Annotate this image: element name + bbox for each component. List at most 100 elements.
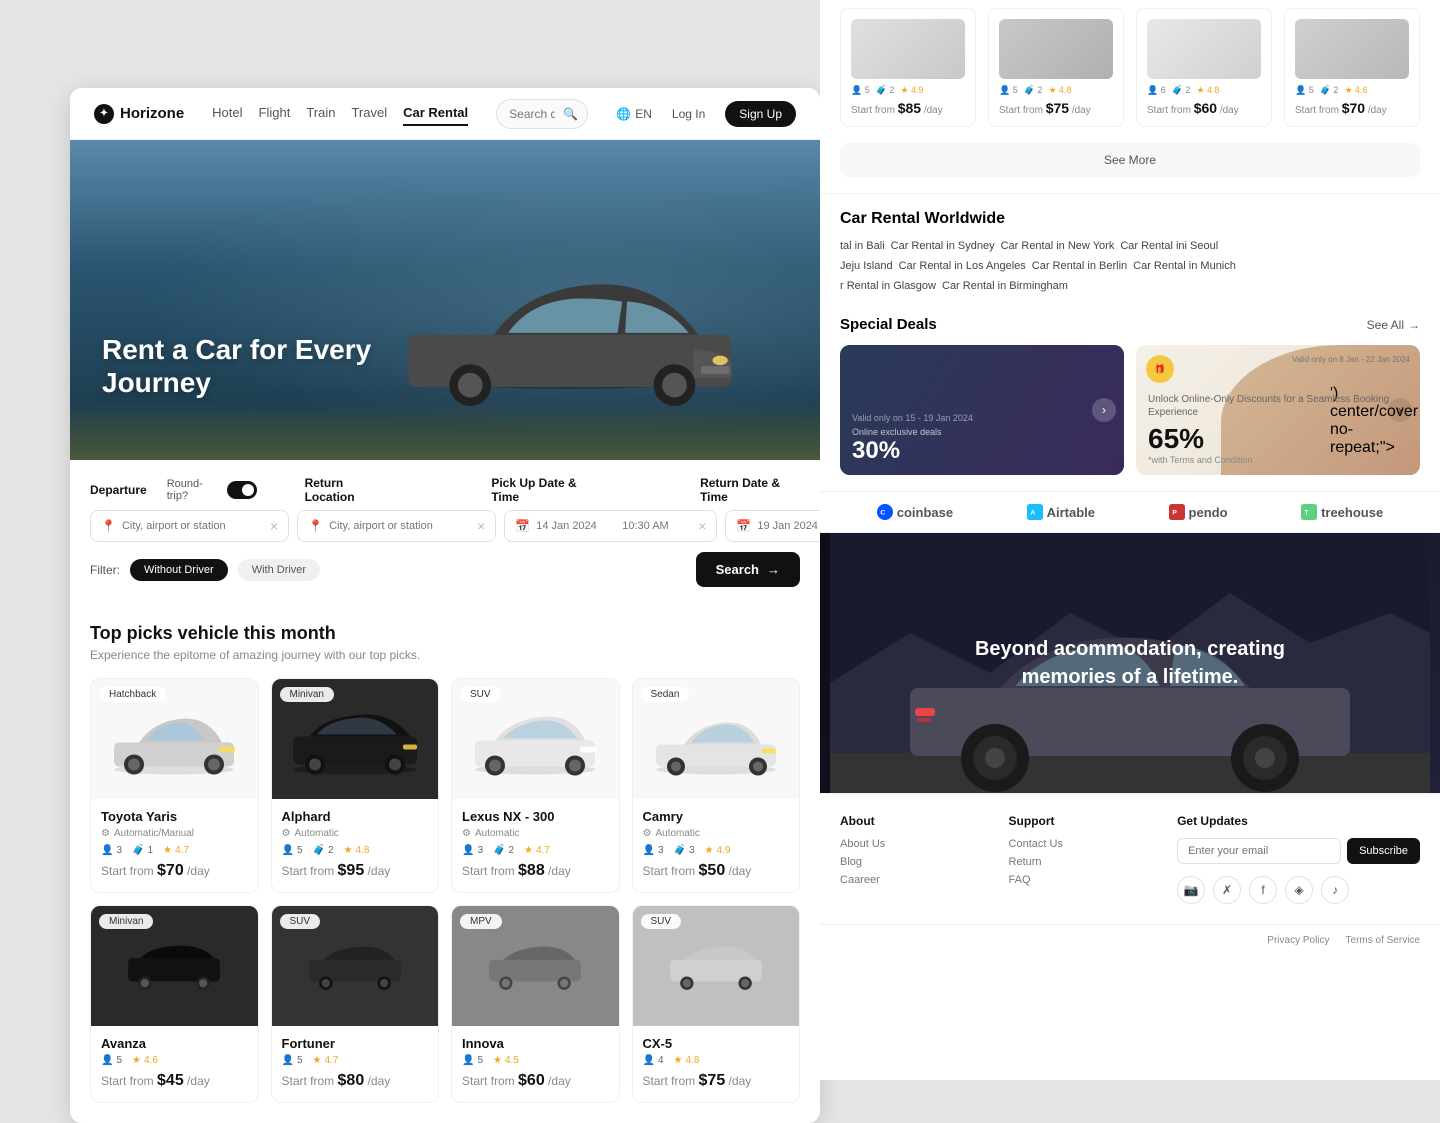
top-car-card[interactable]: 👤 6🧳 2 ★ 4.8 Start from $60 /day [1136, 8, 1272, 127]
footer-support-col: Support Contact Us Return FAQ [1009, 814, 1158, 904]
location-tag[interactable]: Car Rental in Berlin [1032, 260, 1127, 272]
pickup-clear[interactable]: × [698, 518, 706, 534]
vehicle-card[interactable]: SUV Fortuner 👤 5 ★ 4.7 Start from $80 /d… [271, 905, 440, 1103]
pickup-time-input[interactable] [622, 520, 692, 532]
vehicle-price: Start from $60 /day [462, 1072, 609, 1090]
top-car-card[interactable]: 👤 5🧳 2 ★ 4.6 Start from $70 /day [1284, 8, 1420, 127]
hero-banner: Rent a Car for Every Journey [70, 140, 820, 460]
return-date-input[interactable] [757, 520, 820, 532]
return-location-field[interactable]: 📍 × [297, 510, 496, 542]
round-trip-toggle[interactable]: Round-trip? [167, 478, 257, 502]
footer-blog[interactable]: Blog [840, 856, 989, 868]
deal-next-icon[interactable]: › [1092, 398, 1116, 422]
location-tag[interactable]: Car Rental in New York [1001, 240, 1115, 252]
rating-spec: ★ 4.6 [132, 1055, 158, 1066]
subscribe-button[interactable]: Subscribe [1347, 838, 1420, 864]
departure-field[interactable]: 📍 × [90, 510, 289, 542]
top-car-specs: 👤 6🧳 2 ★ 4.8 [1147, 85, 1261, 96]
departure-input[interactable] [122, 520, 264, 532]
language-button[interactable]: 🌐 EN [616, 107, 652, 121]
vehicle-type-badge: Hatchback [99, 687, 166, 702]
discord-icon[interactable]: ◈ [1285, 876, 1313, 904]
deal-card-dark[interactable]: Valid only on 15 - 19 Jan 2024 Online ex… [840, 345, 1124, 475]
location-tag[interactable]: Car Rental ini Seoul [1120, 240, 1218, 252]
return-location-input[interactable] [329, 520, 471, 532]
vehicle-card[interactable]: SUV CX-5 👤 4 ★ 4.8 Start from $75 /day [632, 905, 801, 1103]
luxury-banner: Beyond acommodation, creating memories o… [820, 533, 1440, 793]
navbar-right: 🌐 EN Log In Sign Up [616, 101, 796, 127]
without-driver-btn[interactable]: Without Driver [130, 559, 228, 581]
top-car-card[interactable]: 👤 5🧳 2 ★ 4.8 Start from $75 /day [988, 8, 1124, 127]
location-tag[interactable]: tal in Bali [840, 240, 885, 252]
vehicle-card[interactable]: MPV Innova 👤 5 ★ 4.5 Start from $60 /day [451, 905, 620, 1103]
search-button[interactable]: Search → [696, 552, 800, 587]
vehicle-card[interactable]: Hatchback Toyota Yaris ⚙ [90, 678, 259, 893]
see-all-button[interactable]: See All → [1367, 318, 1420, 332]
nav-car-rental[interactable]: Car Rental [403, 101, 468, 126]
footer-return[interactable]: Return [1009, 856, 1158, 868]
vehicle-card-img: Minivan [272, 679, 439, 799]
worldwide-section: Car Rental Worldwide tal in Bali Car Ren… [820, 193, 1440, 316]
brand: ✦ Horizone [94, 104, 184, 124]
nav-train[interactable]: Train [306, 101, 335, 126]
vehicle-name: Innova [462, 1036, 609, 1051]
location-tag[interactable]: Car Rental in Sydney [891, 240, 995, 252]
vehicle-card[interactable]: SUV Lexus NX - 300 ⚙ Aut [451, 678, 620, 893]
section-title: Top picks vehicle this month [90, 623, 800, 644]
email-input[interactable] [1177, 838, 1341, 864]
footer-career[interactable]: Caareer [840, 874, 989, 886]
deal-percent: 65% [1148, 423, 1408, 455]
deal-card-discount[interactable]: ') center/cover no-repeat;"> 🎁 Valid onl… [1136, 345, 1420, 475]
seats-spec: 👤 5 [282, 845, 303, 856]
location-tag[interactable]: r Rental in Glasgow [840, 280, 936, 292]
section-subtitle: Experience the epitome of amazing journe… [90, 648, 800, 662]
vehicle-type-badge: SUV [280, 914, 321, 929]
footer-about-us[interactable]: About Us [840, 838, 989, 850]
vehicle-grid: Hatchback Toyota Yaris ⚙ [90, 678, 800, 893]
vehicle-card-img: Hatchback [91, 679, 258, 799]
nav-hotel[interactable]: Hotel [212, 101, 242, 126]
footer-contact[interactable]: Contact Us [1009, 838, 1158, 850]
facebook-icon[interactable]: f [1249, 876, 1277, 904]
language-label: EN [635, 107, 652, 121]
login-button[interactable]: Log In [662, 102, 715, 126]
twitter-icon[interactable]: ✗ [1213, 876, 1241, 904]
car-suv [465, 702, 605, 777]
toggle-switch[interactable] [227, 481, 257, 499]
vehicle-specs: 👤 3 🧳 1 ★ 4.7 [101, 845, 248, 856]
footer-about-title: About [840, 814, 989, 828]
instagram-icon[interactable]: 📷 [1177, 876, 1205, 904]
with-driver-btn[interactable]: With Driver [238, 559, 320, 581]
return-location-clear[interactable]: × [477, 518, 485, 534]
vehicle-price: Start from $45 /day [101, 1072, 248, 1090]
tiktok-icon[interactable]: ♪ [1321, 876, 1349, 904]
booking-form: Departure Round-trip? Return Location Pi… [70, 460, 820, 603]
vehicle-card[interactable]: Minivan Alphard ⚙ Automa [271, 678, 440, 893]
top-car-card[interactable]: 👤 5🧳 2 ★ 4.9 Start from $85 /day [840, 8, 976, 127]
return-datetime-field[interactable]: 📅 × [725, 510, 820, 542]
departure-clear[interactable]: × [270, 518, 278, 534]
vehicle-price: Start from $80 /day [282, 1072, 429, 1090]
hero-title: Rent a Car for Every Journey [102, 333, 442, 400]
top-car-image [851, 19, 965, 79]
footer-faq[interactable]: FAQ [1009, 874, 1158, 886]
nav-travel[interactable]: Travel [351, 101, 387, 126]
location-tag[interactable]: Car Rental in Birmingham [942, 280, 1068, 292]
top-car-image [999, 19, 1113, 79]
terms-of-service-link[interactable]: Terms of Service [1346, 935, 1420, 946]
location-tag[interactable]: Jeju Island [840, 260, 893, 272]
location-tag[interactable]: Car Rental in Munich [1133, 260, 1236, 272]
location-tag[interactable]: Car Rental in Los Angeles [899, 260, 1026, 272]
deal-next-icon-2[interactable]: › [1388, 398, 1412, 422]
vehicle-card[interactable]: Sedan Camry ⚙ Automatic [632, 678, 801, 893]
see-more-button[interactable]: See More [840, 143, 1420, 177]
vehicle-card[interactable]: Minivan Avanza 👤 5 ★ 4.6 Start from $45 … [90, 905, 259, 1103]
social-icons: 📷 ✗ f ◈ ♪ [1177, 876, 1420, 904]
pickup-datetime-field[interactable]: 📅 × [504, 510, 717, 542]
pickup-date-input[interactable] [536, 520, 616, 532]
top-car-price: Start from $85 /day [851, 100, 965, 116]
nav-flight[interactable]: Flight [259, 101, 291, 126]
nav-links: Hotel Flight Train Travel Car Rental [212, 101, 468, 126]
privacy-policy-link[interactable]: Privacy Policy [1267, 935, 1329, 946]
signup-button[interactable]: Sign Up [725, 101, 796, 127]
